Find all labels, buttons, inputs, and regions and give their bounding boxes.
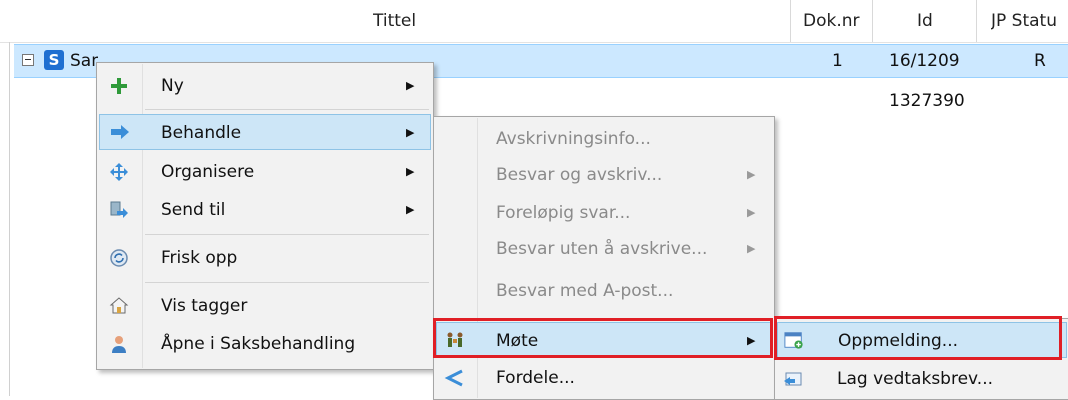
menu-item-label: Vis tagger — [161, 296, 248, 316]
submenu-arrow-icon: ▶ — [747, 206, 756, 219]
move-icon — [110, 163, 128, 181]
column-header-doknr[interactable]: Dok.nr — [803, 0, 860, 42]
header-divider — [0, 42, 1068, 43]
send-icon — [110, 201, 128, 218]
row-doknr: 1 — [832, 51, 843, 71]
menu-item-send-til[interactable]: Send til ▶ — [99, 192, 429, 228]
table-header: Tittel Dok.nr Id JP Statu — [0, 0, 1068, 42]
menu-item-label: Fordele... — [496, 368, 575, 388]
menu-item-behandle[interactable]: Behandle ▶ — [99, 114, 431, 150]
menu-item-label: Ny — [161, 76, 184, 96]
row-status: R — [1034, 51, 1046, 71]
tree-guide-line — [9, 42, 10, 396]
menu-item-lag-vedtaksbrev[interactable]: Lag vedtaksbrev... — [777, 361, 1067, 397]
row-id: 16/1209 — [889, 51, 960, 71]
menu-item-besvar-med-a-post[interactable]: Besvar med A-post... — [436, 273, 770, 309]
menu-item-organisere[interactable]: Organisere ▶ — [99, 154, 429, 190]
row2-id: 1327390 — [889, 91, 965, 111]
menu-item-fordele[interactable]: Fordele... — [436, 360, 770, 396]
row-title: Sammenrak1 — [70, 51, 98, 71]
arrow-right-icon — [111, 125, 129, 139]
menu-item-vis-tagger[interactable]: Vis tagger — [99, 288, 429, 324]
submenu-arrow-icon: ▶ — [747, 242, 756, 255]
menu-item-label: Frisk opp — [161, 248, 238, 268]
submenu-arrow-icon: ▶ — [406, 165, 415, 178]
column-header-id[interactable]: Id — [917, 0, 933, 42]
person-icon — [112, 336, 126, 353]
column-divider[interactable] — [976, 0, 977, 42]
annotation-highlight-oppmelding — [774, 316, 1062, 360]
menu-item-forelopig-svar[interactable]: Foreløpig svar... ▶ — [436, 195, 770, 231]
context-menu: Ny ▶ Behandle ▶ Organisere ▶ Send til ▶ … — [96, 62, 434, 370]
submenu-arrow-icon: ▶ — [747, 168, 756, 181]
menu-item-label: Besvar med A-post... — [496, 281, 674, 301]
menu-item-besvar-uten-a-avskrive[interactable]: Besvar uten å avskrive... ▶ — [436, 231, 770, 267]
menu-item-label: Send til — [161, 200, 226, 220]
collapse-toggle-icon[interactable] — [22, 54, 34, 66]
menu-item-ny[interactable]: Ny ▶ — [99, 68, 429, 104]
annotation-highlight-mote — [433, 318, 773, 358]
menu-item-label: Behandle — [161, 123, 242, 143]
menu-item-besvar-og-avskriv[interactable]: Besvar og avskriv... ▶ — [436, 157, 770, 193]
submenu-arrow-icon: ▶ — [406, 79, 415, 92]
menu-item-label: Organisere — [161, 162, 255, 182]
menu-item-label: Åpne i Saksbehandling — [161, 334, 356, 354]
submenu-arrow-icon: ▶ — [406, 126, 415, 139]
column-header-tittel[interactable]: Tittel — [373, 0, 416, 42]
submenu-arrow-icon: ▶ — [406, 203, 415, 216]
share-icon — [444, 369, 463, 387]
menu-separator — [145, 109, 429, 110]
column-divider[interactable] — [872, 0, 873, 42]
house-tag-icon — [109, 297, 129, 314]
menu-separator — [145, 282, 429, 283]
menu-item-avskrivningsinfo[interactable]: Avskrivningsinfo... — [436, 121, 770, 157]
column-divider[interactable] — [790, 0, 791, 42]
refresh-icon — [110, 249, 128, 267]
column-header-jp-status[interactable]: JP Statu — [991, 0, 1068, 42]
plus-icon — [111, 78, 127, 94]
letter-arrow-icon — [784, 372, 802, 386]
menu-item-label: Besvar og avskriv... — [496, 165, 663, 185]
menu-item-frisk-opp[interactable]: Frisk opp — [99, 240, 429, 276]
menu-item-label: Besvar uten å avskrive... — [496, 239, 708, 259]
document-type-icon: S — [44, 50, 64, 70]
menu-separator — [145, 234, 429, 235]
menu-item-label: Foreløpig svar... — [496, 203, 631, 223]
menu-item-label: Lag vedtaksbrev... — [837, 369, 993, 389]
menu-item-label: Avskrivningsinfo... — [496, 129, 651, 149]
menu-item-apne-i-saksbehandling[interactable]: Åpne i Saksbehandling — [99, 326, 429, 362]
